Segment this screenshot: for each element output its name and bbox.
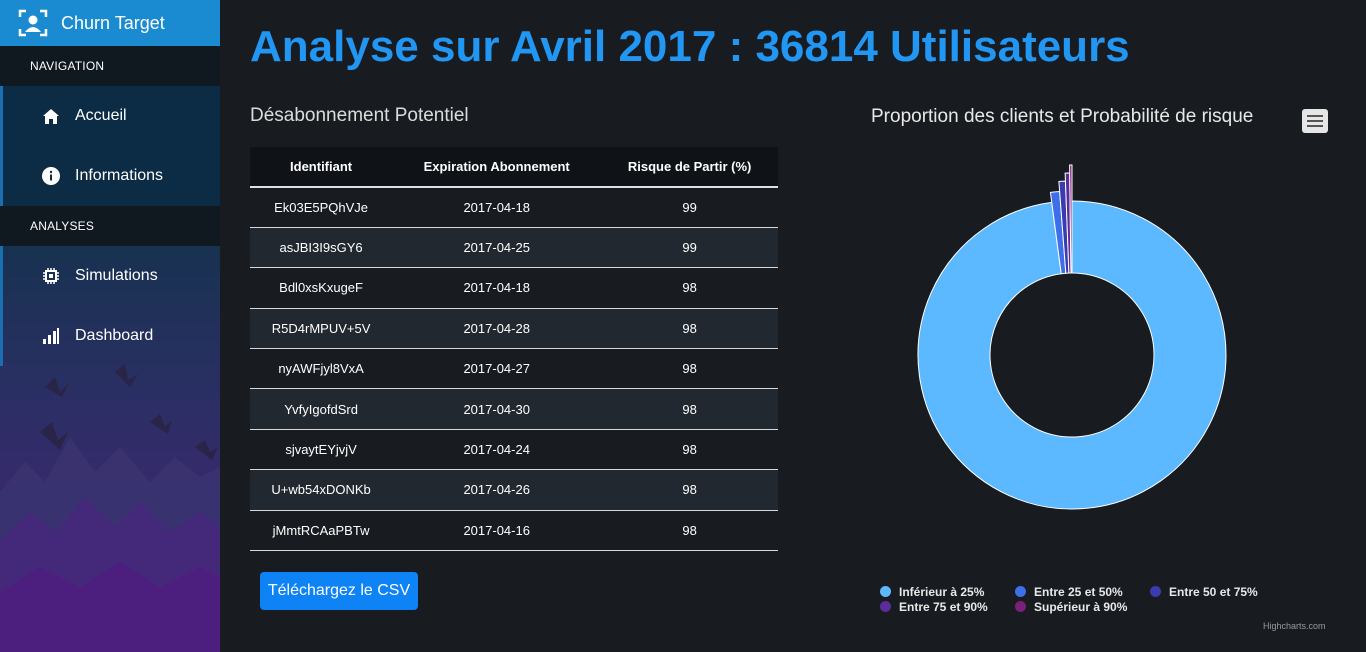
user-frame-icon [18, 9, 48, 37]
sidebar-item-label: Simulations [75, 267, 158, 284]
table-row: jMmtRCAaPBTw 2017-04-16 98 [250, 510, 778, 552]
page-title: Analyse sur Avril 2017 : 36814 Utilisate… [250, 22, 1130, 71]
legend-label: Inférieur à 25% [899, 584, 985, 599]
cell-identifiant: YvfyIgofdSrd [250, 388, 393, 430]
cell-expiration: 2017-04-16 [392, 510, 602, 552]
sidebar-item-label: Accueil [75, 107, 127, 124]
legend-marker [880, 586, 891, 597]
legend-label: Entre 50 et 75% [1169, 584, 1258, 599]
chart-legend: Inférieur à 25% Entre 25 et 50% Entre 50 e… [880, 584, 1280, 614]
chart-credits[interactable]: Highcharts.com [1263, 621, 1326, 631]
legend-item[interactable]: Entre 75 et 90% [880, 600, 1015, 614]
home-icon [41, 106, 61, 126]
legend-marker [1150, 586, 1161, 597]
cell-risque: 99 [601, 187, 778, 228]
cell-expiration: 2017-04-18 [392, 267, 602, 309]
legend-label: Supérieur à 90% [1034, 599, 1128, 614]
table-row: sjvaytEYjvjV 2017-04-24 98 [250, 429, 778, 471]
brand[interactable]: Churn Target [0, 0, 220, 46]
section-analyses: ANALYSES [0, 206, 220, 246]
table-row: asJBI3I9sGY6 2017-04-25 99 [250, 227, 778, 269]
cell-identifiant: nyAWFjyl8VxA [250, 348, 393, 390]
cell-expiration: 2017-04-18 [392, 187, 602, 228]
cell-risque: 98 [601, 267, 778, 309]
cell-risque: 98 [601, 510, 778, 552]
sidebar-item-label: Informations [75, 167, 164, 184]
cell-identifiant: jMmtRCAaPBTw [250, 510, 393, 552]
table-row: U+wb54xDONKb 2017-04-26 98 [250, 469, 778, 511]
chart-menu-button[interactable] [1302, 109, 1328, 133]
legend-item[interactable]: Inférieur à 25% [880, 585, 1015, 599]
donut-chart [917, 164, 1227, 510]
legend-item[interactable]: Entre 50 et 75% [1150, 585, 1280, 599]
sidebar-item-informations[interactable]: Informations [0, 146, 220, 206]
cell-risque: 98 [601, 429, 778, 471]
table-row: Ek03E5PQhVJe 2017-04-18 99 [250, 187, 778, 228]
cell-expiration: 2017-04-30 [392, 388, 602, 430]
legend-row: Entre 75 et 90% Supérieur à 90% [880, 599, 1280, 614]
column-header-identifiant[interactable]: Identifiant [250, 147, 393, 188]
sidebar-item-simulations[interactable]: Simulations [0, 246, 220, 306]
cell-expiration: 2017-04-26 [392, 469, 602, 511]
main-content: Analyse sur Avril 2017 : 36814 Utilisate… [220, 0, 1366, 652]
legend-marker [880, 601, 891, 612]
churn-table: Identifiant Expiration Abonnement Risque… [250, 147, 778, 552]
cell-identifiant: U+wb54xDONKb [250, 469, 393, 511]
cell-risque: 98 [601, 308, 778, 350]
legend-label: Entre 75 et 90% [899, 599, 988, 614]
menu-line-icon [1307, 125, 1323, 127]
legend-row: Inférieur à 25% Entre 25 et 50% Entre 50 e… [880, 584, 1280, 599]
sidebar: Churn Target NAVIGATION Accueil Informat… [0, 0, 220, 652]
column-header-risque[interactable]: Risque de Partir (%) [601, 147, 778, 188]
legend-marker [1015, 586, 1026, 597]
brand-name: Churn Target [61, 12, 165, 33]
chart-title: Proportion des clients et Probabilité de… [871, 106, 1254, 127]
section-navigation: NAVIGATION [0, 46, 220, 86]
cell-risque: 98 [601, 348, 778, 390]
info-icon [41, 166, 61, 186]
cell-identifiant: Bdl0xsKxugeF [250, 267, 393, 309]
menu-line-icon [1307, 115, 1323, 117]
cell-risque: 98 [601, 388, 778, 430]
download-csv-button[interactable]: Téléchargez le CSV [260, 572, 418, 610]
mountain-birds-decoration [0, 364, 220, 652]
sidebar-item-dashboard[interactable]: Dashboard [0, 306, 220, 366]
cell-expiration: 2017-04-25 [392, 227, 602, 269]
table-row: nyAWFjyl8VxA 2017-04-27 98 [250, 348, 778, 390]
menu-line-icon [1307, 120, 1323, 122]
sidebar-item-accueil[interactable]: Accueil [0, 86, 220, 146]
cell-identifiant: Ek03E5PQhVJe [250, 187, 393, 228]
table-row: YvfyIgofdSrd 2017-04-30 98 [250, 388, 778, 430]
chip-icon [41, 266, 61, 286]
cell-expiration: 2017-04-27 [392, 348, 602, 390]
table-header-row: Identifiant Expiration Abonnement Risque… [250, 147, 778, 188]
cell-risque: 99 [601, 227, 778, 269]
table-row: R5D4rMPUV+5V 2017-04-28 98 [250, 308, 778, 350]
table-row: Bdl0xsKxugeF 2017-04-18 98 [250, 267, 778, 309]
legend-marker [1015, 601, 1026, 612]
cell-identifiant: sjvaytEYjvjV [250, 429, 393, 471]
cell-risque: 98 [601, 469, 778, 511]
bar-chart-icon [41, 326, 61, 346]
column-header-expiration[interactable]: Expiration Abonnement [392, 147, 602, 188]
cell-expiration: 2017-04-28 [392, 308, 602, 350]
legend-item[interactable]: Supérieur à 90% [1015, 600, 1150, 614]
sidebar-item-label: Dashboard [75, 327, 154, 344]
cell-expiration: 2017-04-24 [392, 429, 602, 471]
cell-identifiant: R5D4rMPUV+5V [250, 308, 393, 350]
legend-item[interactable]: Entre 25 et 50% [1015, 585, 1150, 599]
table-title: Désabonnement Potentiel [250, 105, 469, 126]
legend-label: Entre 25 et 50% [1034, 584, 1123, 599]
cell-identifiant: asJBI3I9sGY6 [250, 227, 393, 269]
